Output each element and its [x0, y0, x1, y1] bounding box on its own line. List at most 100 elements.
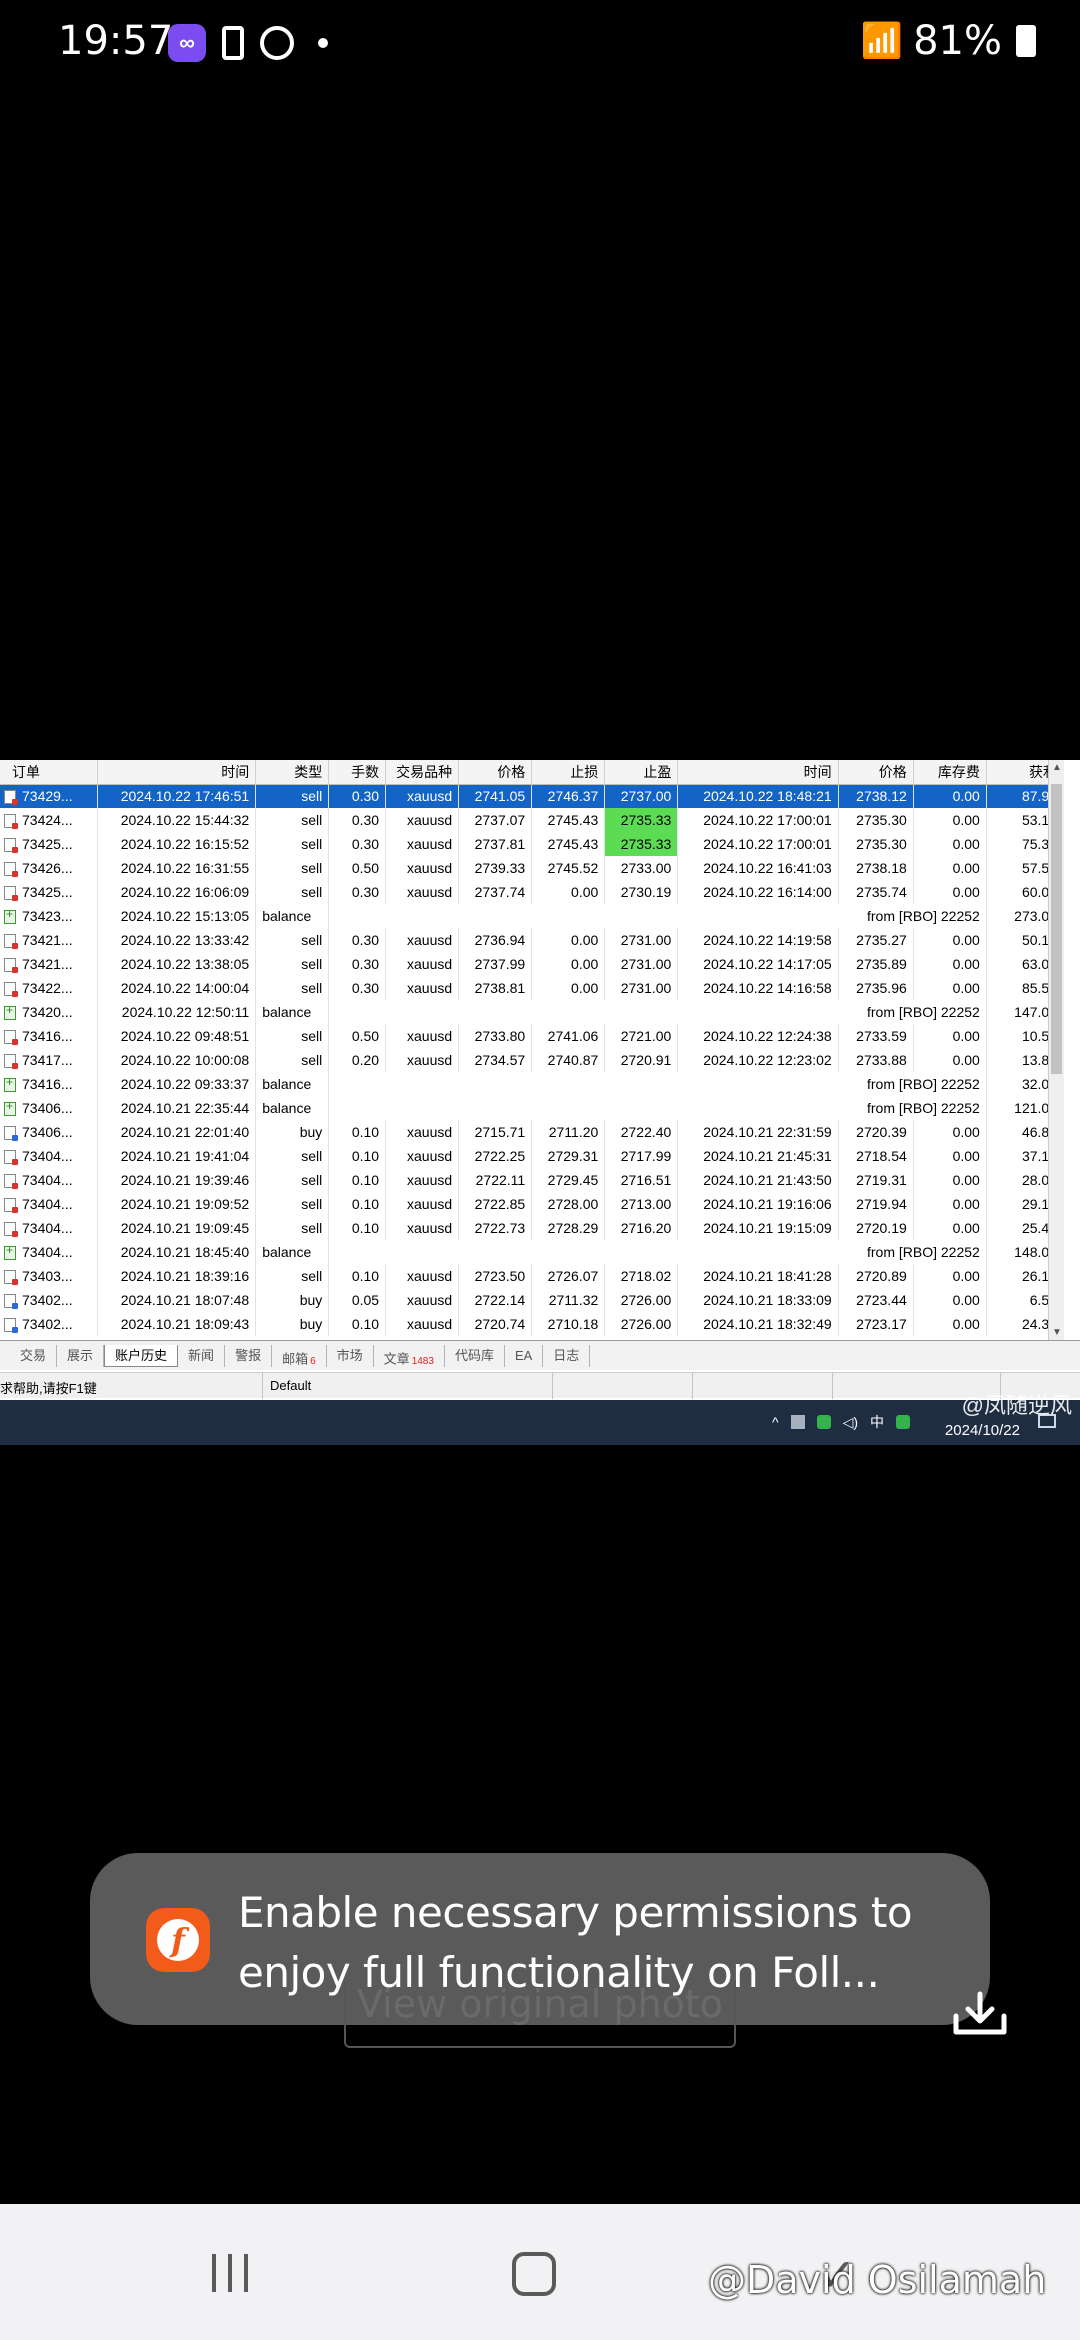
cell-swap: 0.00 — [913, 1168, 987, 1192]
tab-0[interactable]: 交易 — [10, 1344, 58, 1367]
tab-4[interactable]: 警报 — [225, 1344, 273, 1367]
tab-10[interactable]: 日志 — [543, 1344, 591, 1367]
table-row[interactable]: 73429... 2024.10.22 17:46:51 sell 0.30 xauus… — [0, 784, 1065, 808]
table-row[interactable]: 73406... 2024.10.21 22:01:40 buy 0.10 xauusd… — [0, 1120, 1065, 1144]
tab-6[interactable]: 市场 — [327, 1344, 374, 1367]
tab-3[interactable]: 新闻 — [178, 1344, 226, 1367]
sell-order-icon — [4, 1198, 18, 1214]
vertical-scrollbar[interactable]: ▲ ▼ — [1048, 760, 1064, 1340]
table-row[interactable]: 73421... 2024.10.22 13:33:42 sell 0.30 xauus… — [0, 928, 1065, 952]
table-row[interactable]: 73402... 2024.10.21 18:09:43 buy 0.10 xauusd… — [0, 1312, 1065, 1336]
cell-price: 2715.71 — [458, 1120, 533, 1144]
cell-time: 2024.10.22 16:15:52 — [97, 832, 257, 856]
cell-type: sell — [255, 1048, 330, 1072]
column-header[interactable]: 类型 — [255, 760, 330, 785]
cell-sl: 2728.29 — [531, 1216, 606, 1240]
table-row[interactable]: 73424... 2024.10.22 15:44:32 sell 0.30 xauus… — [0, 808, 1065, 832]
table-row[interactable]: 73416... 2024.10.22 09:48:51 sell 0.50 xauus… — [0, 1024, 1065, 1048]
tab-label: 警报 — [235, 1347, 262, 1363]
cell-close_time: 2024.10.22 17:00:01 — [677, 808, 839, 832]
table-row[interactable]: 73404... 2024.10.21 19:09:45 sell 0.10 xauus… — [0, 1216, 1065, 1240]
tab-label: 交易 — [20, 1347, 47, 1363]
table-row[interactable]: 73406... 2024.10.21 22:35:44balancefrom [… — [0, 1096, 1065, 1120]
cell-symbol: xauusd — [385, 832, 460, 856]
column-header[interactable]: 手数 — [328, 760, 387, 785]
column-header[interactable]: 订单 — [0, 760, 98, 785]
cell-order: 73422... — [0, 976, 98, 1000]
cell-tp: 2735.33 — [604, 808, 679, 832]
tab-label: 账户历史 — [115, 1347, 168, 1363]
order-id: 73416... — [22, 1027, 73, 1044]
column-header[interactable]: 时间 — [97, 760, 257, 785]
table-row[interactable]: 73421... 2024.10.22 13:38:05 sell 0.30 xauus… — [0, 952, 1065, 976]
cell-sl: 2711.20 — [531, 1120, 606, 1144]
table-row[interactable]: 73404... 2024.10.21 19:09:52 sell 0.10 xauus… — [0, 1192, 1065, 1216]
column-header[interactable]: 时间 — [677, 760, 839, 785]
download-icon[interactable] — [952, 1990, 1008, 2036]
view-original-photo-button[interactable]: View original photo — [344, 1980, 736, 2048]
table-row[interactable]: 73404... 2024.10.21 18:45:40balancefrom [… — [0, 1240, 1065, 1264]
cell-time: 2024.10.22 15:44:32 — [97, 808, 257, 832]
cell-tp: 2731.00 — [604, 952, 679, 976]
cell-tp: 2718.02 — [604, 1264, 679, 1288]
column-header[interactable]: 价格 — [838, 760, 914, 785]
table-row[interactable]: 73416... 2024.10.22 09:33:37balancefrom [… — [0, 1072, 1065, 1096]
help-text: 求帮助,请按F1键 — [0, 1381, 97, 1396]
tab-7[interactable]: 文章 1483 — [374, 1344, 445, 1367]
recents-button[interactable] — [212, 2254, 248, 2292]
cell-price: 2733.80 — [458, 1024, 533, 1048]
scroll-down-icon[interactable]: ▼ — [1049, 1327, 1065, 1338]
table-row[interactable]: 73420... 2024.10.22 12:50:11balancefrom [… — [0, 1000, 1065, 1024]
column-header[interactable]: 交易品种 — [385, 760, 460, 785]
cell-symbol: xauusd — [385, 1048, 460, 1072]
wifi-icon: 📶 — [860, 21, 904, 61]
table-row[interactable]: 73423... 2024.10.22 15:13:05balancefrom [… — [0, 904, 1065, 928]
windows-taskbar: ^ ◁) 中 2024/10/22 — [0, 1400, 1080, 1445]
column-header[interactable]: 止损 — [531, 760, 606, 785]
cell-tp: 2726.00 — [604, 1312, 679, 1336]
buy-order-icon — [4, 1126, 18, 1142]
cell-order: 73423... — [0, 904, 98, 928]
table-row[interactable]: 73426... 2024.10.22 16:31:55 sell 0.50 xauus… — [0, 856, 1065, 880]
tab-9[interactable]: EA — [505, 1344, 544, 1367]
cell-symbol: xauusd — [385, 880, 460, 904]
cell-order: 73402... — [0, 1288, 98, 1312]
cell-tp: 2731.00 — [604, 976, 679, 1000]
table-row[interactable]: 73402... 2024.10.21 18:07:48 buy 0.05 xauusd… — [0, 1288, 1065, 1312]
table-row[interactable]: 73404... 2024.10.21 19:41:04 sell 0.10 xauus… — [0, 1144, 1065, 1168]
divider — [692, 1373, 693, 1399]
tab-1[interactable]: 展示 — [57, 1344, 105, 1367]
sell-order-icon — [4, 1270, 18, 1286]
column-header[interactable]: 价格 — [458, 760, 533, 785]
order-id: 73429... — [22, 788, 73, 805]
column-header[interactable]: 止盈 — [604, 760, 679, 785]
scroll-up-icon[interactable]: ▲ — [1049, 762, 1065, 773]
cell-symbol: xauusd — [385, 808, 460, 832]
cell-time: 2024.10.21 19:09:52 — [97, 1192, 257, 1216]
cell-tp: 2713.00 — [604, 1192, 679, 1216]
table-row[interactable]: 73403... 2024.10.21 18:39:16 sell 0.10 xauus… — [0, 1264, 1065, 1288]
tab-5[interactable]: 邮箱 6 — [272, 1344, 327, 1367]
tab-8[interactable]: 代码库 — [445, 1344, 505, 1367]
table-row[interactable]: 73425... 2024.10.22 16:06:09 sell 0.30 xauus… — [0, 880, 1065, 904]
photo-content[interactable]: 订单 时间 类型 手数 交易品种 价格 止损 止盈 时间 价格 库存费 获利 73429... 2024… — [0, 760, 1080, 1445]
cell-price: 2722.14 — [458, 1288, 533, 1312]
cell-close_price: 2735.89 — [838, 952, 914, 976]
column-header[interactable]: 库存费 — [913, 760, 987, 785]
scroll-thumb[interactable] — [1051, 784, 1062, 1074]
cell-swap: 0.00 — [913, 952, 987, 976]
cell-type: sell — [255, 856, 330, 880]
table-row[interactable]: 73404... 2024.10.21 19:39:46 sell 0.10 xauus… — [0, 1168, 1065, 1192]
home-button[interactable] — [512, 2252, 556, 2296]
tab-2[interactable]: 账户历史 — [104, 1344, 179, 1367]
cell-sl: 2710.18 — [531, 1312, 606, 1336]
sell-order-icon — [4, 814, 18, 830]
cell-close_price: 2738.18 — [838, 856, 914, 880]
table-row[interactable]: 73425... 2024.10.22 16:15:52 sell 0.30 xauus… — [0, 832, 1065, 856]
table-row[interactable]: 73417... 2024.10.22 10:00:08 sell 0.20 xauus… — [0, 1048, 1065, 1072]
cell-time: 2024.10.21 18:39:16 — [97, 1264, 257, 1288]
cell-time: 2024.10.21 18:09:43 — [97, 1312, 257, 1336]
cell-time: 2024.10.22 17:46:51 — [97, 784, 257, 808]
table-row[interactable]: 73422... 2024.10.22 14:00:04 sell 0.30 xauus… — [0, 976, 1065, 1000]
sell-order-icon — [4, 1054, 18, 1070]
